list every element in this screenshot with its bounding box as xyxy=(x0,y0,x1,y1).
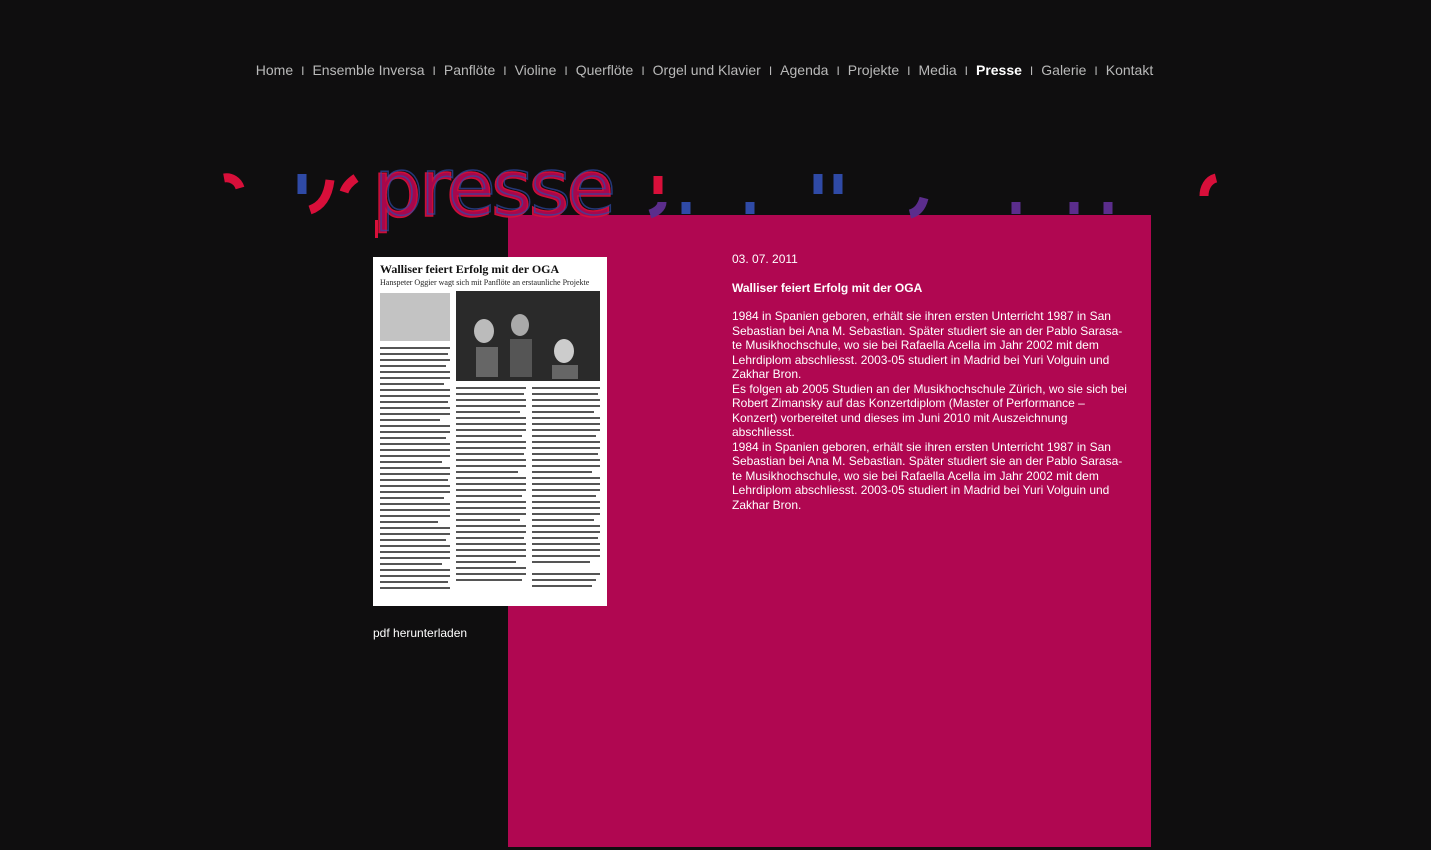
nav-separator: I xyxy=(907,64,911,78)
nav-item-projekte[interactable]: Projekte xyxy=(848,62,899,78)
nav-item-ensemble-inversa[interactable]: Ensemble Inversa xyxy=(312,62,424,78)
nav-separator: I xyxy=(836,64,840,78)
nav-item-agenda[interactable]: Agenda xyxy=(780,62,828,78)
nav-item-kontakt[interactable]: Kontakt xyxy=(1106,62,1153,78)
pdf-download-link[interactable]: pdf herunterladen xyxy=(373,626,467,640)
nav-separator: I xyxy=(964,64,968,78)
main-nav: Home I Ensemble Inversa I Panflöte I Violine I Q… xyxy=(0,62,1409,78)
nav-item-presse[interactable]: Presse xyxy=(976,62,1022,78)
nav-item-home[interactable]: Home xyxy=(256,62,293,78)
nav-separator: I xyxy=(1029,64,1034,78)
nav-item-galerie[interactable]: Galerie xyxy=(1041,62,1086,78)
nav-item-querfloete[interactable]: Querflöte xyxy=(576,62,634,78)
clipping-text-columns xyxy=(380,291,600,589)
presse-banner: presse presse xyxy=(223,168,1218,238)
nav-separator: I xyxy=(768,64,773,78)
nav-separator: I xyxy=(641,64,645,78)
nav-separator: I xyxy=(503,64,507,78)
nav-separator: I xyxy=(432,64,436,78)
nav-item-media[interactable]: Media xyxy=(919,62,957,78)
clipping-subheadline: Hanspeter Oggier wagt sich mit Panflöte … xyxy=(380,278,590,287)
article-paragraph: 1984 in Spanien geboren, erhält sie ihre… xyxy=(732,309,1123,381)
article-title: Walliser feiert Erfolg mit der OGA xyxy=(732,280,923,295)
press-clipping-thumbnail[interactable]: Walliser feiert Erfolg mit der OGA Hansp… xyxy=(373,257,607,606)
banner-title-shadow: presse xyxy=(374,168,613,233)
banner-descender xyxy=(375,220,378,238)
article-date: 03. 07. 2011 xyxy=(732,252,798,266)
article-paragraph: 1984 in Spanien geboren, erhält sie ihre… xyxy=(732,439,1123,512)
nav-item-orgel-und-klavier[interactable]: Orgel und Klavier xyxy=(653,62,761,78)
press-article: 03. 07. 2011 Walliser feiert Erfolg mit … xyxy=(732,252,1128,512)
nav-separator: I xyxy=(564,64,568,78)
clipping-headline: Walliser feiert Erfolg mit der OGA xyxy=(380,262,560,276)
nav-separator: I xyxy=(301,64,305,78)
article-paragraph: Es folgen ab 2005 Studien an der Musikho… xyxy=(732,381,1127,440)
nav-item-panfloete[interactable]: Panflöte xyxy=(444,62,495,78)
nav-separator: I xyxy=(1094,64,1098,78)
nav-item-violine[interactable]: Violine xyxy=(515,62,557,78)
